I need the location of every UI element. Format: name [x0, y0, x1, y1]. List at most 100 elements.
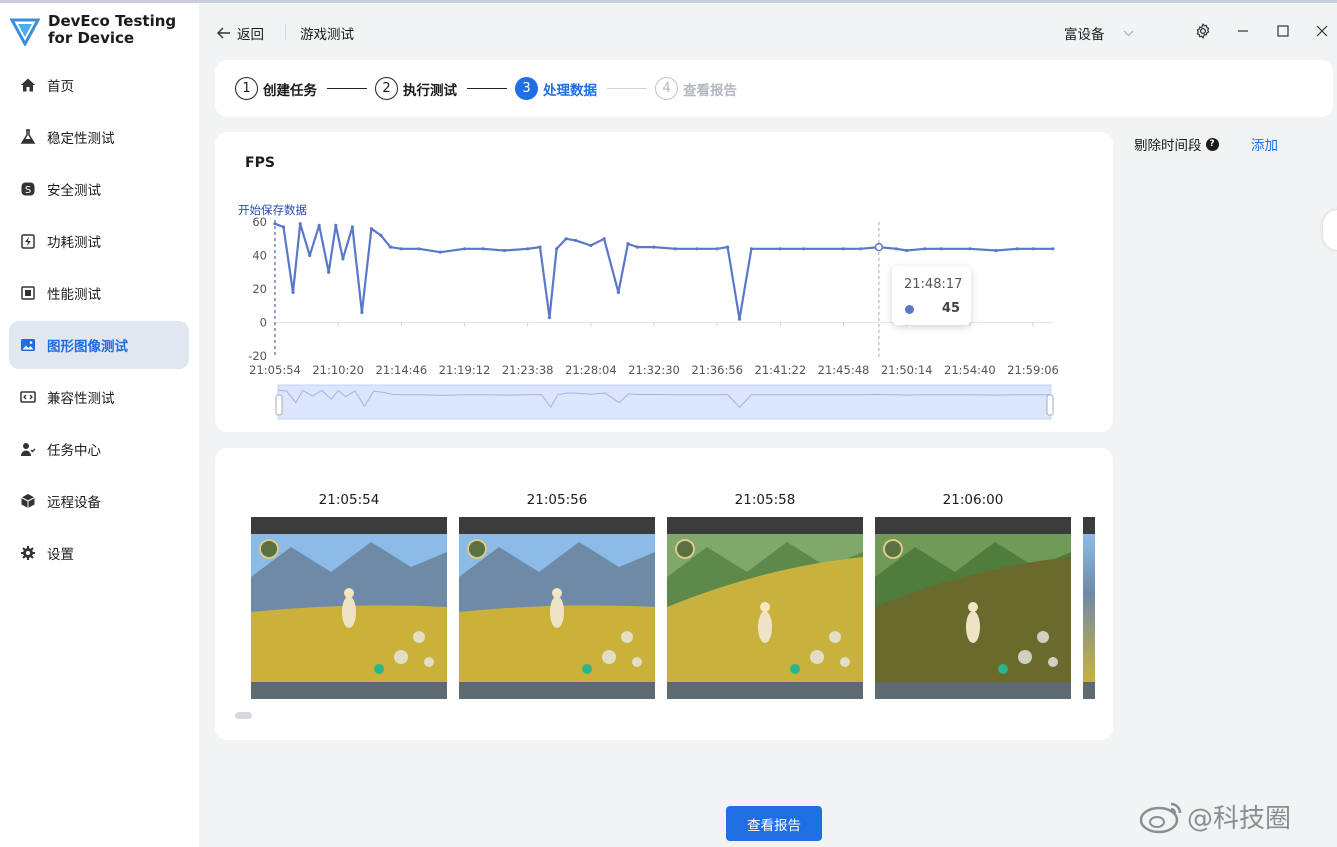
zoom-handle-left — [275, 394, 283, 416]
fps-data-point — [858, 247, 863, 251]
sidebar-item-5[interactable]: 图形图像测试 — [9, 321, 189, 369]
fps-chart-card: FPS 60 40 20 0 -20 21:05:54 21:10:20 21:14:46 21… — [215, 132, 1113, 432]
x-tick-label: 21:50:14 — [881, 363, 933, 377]
x-tick-label: 21:54:40 — [944, 363, 996, 377]
y-tick-label: 0 — [260, 316, 267, 330]
sidebar: DevEco Testing for Device 首页 稳定性测试 S 安全测试 功耗… — [0, 3, 199, 847]
x-tick-label: 21:10:20 — [312, 363, 364, 377]
side-panel-handle[interactable] — [1323, 210, 1337, 250]
fps-data-point — [379, 233, 383, 237]
fps-data-point — [1015, 247, 1019, 251]
step-number: 2 — [375, 77, 398, 100]
fps-data-point — [574, 238, 578, 243]
user-task-icon — [19, 440, 37, 458]
sidebar-item-7[interactable]: 任务中心 — [9, 425, 189, 473]
x-tick-label: 21:28:04 — [565, 363, 617, 377]
sidebar-item-6[interactable]: 兼容性测试 — [9, 373, 189, 421]
step-run-test: 2 执行测试 — [375, 77, 457, 100]
fps-data-point — [802, 247, 806, 251]
sidebar-item-4[interactable]: 性能测试 — [9, 269, 189, 317]
settings-button[interactable] — [1192, 20, 1214, 42]
step-number: 1 — [235, 77, 258, 100]
step-connector — [327, 88, 367, 90]
flask-icon — [19, 128, 37, 146]
sidebar-item-label: 图形图像测试 — [47, 339, 128, 355]
sidebar-item-3[interactable]: 功耗测试 — [9, 217, 189, 265]
fps-data-point — [939, 247, 943, 251]
view-report-button[interactable]: 查看报告 — [726, 806, 822, 841]
watermark-text: @科技圈 — [1187, 803, 1292, 834]
fps-data-point — [726, 245, 730, 249]
close-button[interactable] — [1311, 20, 1333, 42]
fps-data-point — [341, 257, 345, 261]
header: 返回 游戏测试 富设备 — [199, 3, 1337, 58]
sidebar-item-label: 设置 — [47, 547, 74, 563]
sidebar-nav: 首页 稳定性测试 S 安全测试功耗测试性能测试图形图像测试兼容性测试 任务中心 远程设备设… — [9, 61, 189, 581]
chip-icon — [19, 284, 37, 302]
y-tick-label: 20 — [252, 282, 267, 296]
fps-data-point — [841, 247, 846, 251]
screenshot-thumbnail-partial[interactable] — [1083, 517, 1095, 699]
gear-icon — [19, 544, 37, 562]
fps-data-point — [968, 247, 972, 251]
fps-data-point — [626, 242, 630, 246]
fps-data-point — [616, 290, 620, 294]
fps-data-point — [547, 315, 552, 320]
fps-data-point — [538, 245, 542, 249]
sidebar-item-0[interactable]: 首页 — [9, 61, 189, 109]
fps-data-point — [737, 317, 742, 321]
hover-point — [874, 242, 884, 252]
fps-data-point — [502, 248, 506, 253]
back-label: 返回 — [237, 27, 264, 43]
sidebar-item-1[interactable]: 稳定性测试 — [9, 113, 189, 161]
screenshot-thumbnail[interactable] — [875, 517, 1071, 699]
shield-icon: S — [19, 180, 37, 198]
sidebar-item-label: 性能测试 — [47, 287, 101, 303]
add-time-range-button[interactable]: 添加 — [1251, 134, 1278, 154]
fps-data-point — [526, 247, 530, 251]
fps-data-point — [589, 243, 593, 248]
step-label: 查看报告 — [683, 82, 737, 99]
maximize-button[interactable] — [1272, 20, 1294, 42]
sidebar-item-label: 安全测试 — [47, 183, 101, 199]
fps-data-point — [715, 247, 719, 251]
x-tick-label: 21:32:30 — [628, 363, 680, 377]
screenshot-thumbnail[interactable] — [667, 517, 863, 699]
horizontal-scrollbar[interactable] — [235, 712, 252, 719]
x-tick-label: 21:14:46 — [376, 363, 428, 377]
chart-tooltip: 21:48:17 45 — [892, 266, 971, 325]
screenshot-thumbnail[interactable] — [251, 517, 447, 699]
device-select[interactable]: 富设备 — [1064, 23, 1134, 43]
brand-name-line1: DevEco Testing — [48, 12, 177, 30]
x-tick-label: 21:05:54 — [249, 363, 301, 377]
fps-data-point — [635, 245, 639, 249]
fps-chart[interactable]: 60 40 20 0 -2021:05:54 21:10:20 21:14:46 21:19:… — [215, 132, 1113, 432]
fps-data-point — [308, 253, 312, 258]
maximize-icon — [1277, 25, 1289, 37]
screenshot-time: 21:05:58 — [734, 492, 796, 508]
fps-data-point — [281, 225, 286, 229]
sidebar-item-2[interactable]: S 安全测试 — [9, 165, 189, 213]
sidebar-item-8[interactable]: 远程设备 — [9, 477, 189, 525]
fps-data-point — [695, 247, 699, 251]
back-button[interactable]: 返回 — [217, 23, 264, 43]
tooltip-series-dot — [905, 305, 914, 314]
fps-data-point — [923, 247, 927, 251]
y-tick-label: 60 — [252, 215, 267, 229]
x-tick-label: 21:19:12 — [439, 363, 491, 377]
step-number: 4 — [655, 77, 678, 100]
minimize-button[interactable] — [1232, 20, 1254, 42]
watermark: @科技圈 — [1137, 796, 1291, 836]
fps-data-point — [905, 248, 909, 253]
exclude-time-range: 剔除时间段 ? — [1134, 134, 1219, 154]
tooltip-value: 45 — [941, 301, 960, 316]
fps-data-point — [564, 237, 568, 241]
help-icon[interactable]: ? — [1205, 137, 1219, 151]
device-select-label: 富设备 — [1064, 27, 1105, 43]
x-tick-label: 21:45:48 — [818, 363, 870, 377]
screenshot-time: 21:05:56 — [526, 492, 588, 508]
sidebar-item-9[interactable]: 设置 — [9, 529, 189, 577]
arrow-left-icon — [217, 27, 230, 39]
screenshot-thumbnail[interactable] — [459, 517, 655, 699]
fps-data-point — [778, 247, 782, 251]
